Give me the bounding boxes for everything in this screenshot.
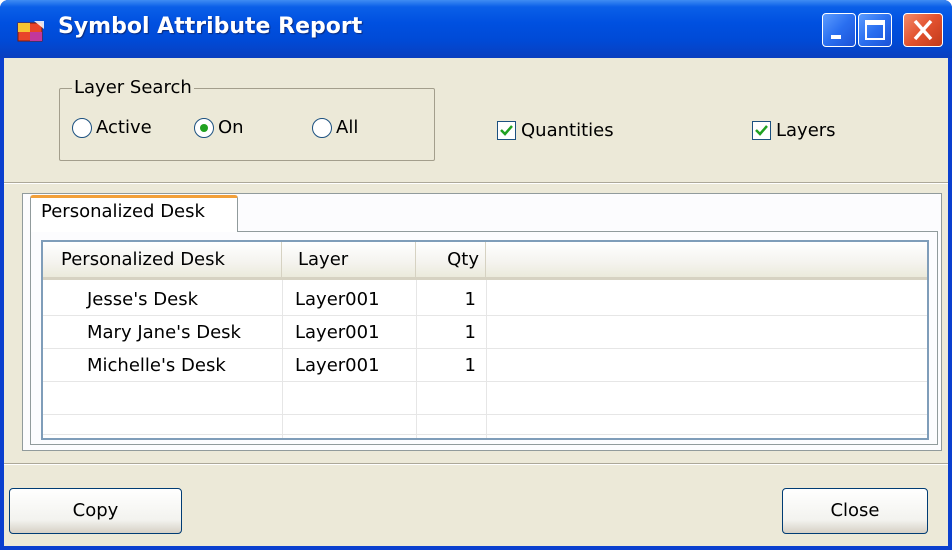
checkmark-icon (500, 125, 513, 136)
cell-layer: Layer001 (295, 355, 380, 376)
maximize-icon (865, 20, 885, 40)
column-header-personalized-desk[interactable]: Personalized Desk (43, 242, 282, 277)
symbol-attribute-report-window: Symbol Attribute Report Layer Search Act… (0, 0, 952, 550)
separator (4, 182, 948, 184)
radio-all-label: All (336, 117, 359, 138)
cell-layer: Layer001 (295, 322, 380, 343)
quantities-checkbox-box[interactable] (497, 121, 516, 140)
table-row[interactable]: Jesse's Desk Layer001 1 (43, 283, 927, 316)
column-header-qty[interactable]: Qty (416, 242, 486, 277)
cell-desk: Mary Jane's Desk (87, 322, 241, 343)
dialog-client-area: Layer Search Active On All Quantities La… (4, 58, 948, 546)
app-icon (17, 21, 44, 42)
cell-layer: Layer001 (295, 289, 380, 310)
results-list-view[interactable]: Personalized Desk Layer Qty Jesse's Desk… (41, 240, 929, 440)
list-header: Personalized Desk Layer Qty (43, 242, 927, 280)
quantities-label: Quantities (521, 120, 614, 141)
radio-all-circle[interactable] (312, 117, 332, 138)
minimize-button[interactable] (822, 13, 856, 47)
table-row-empty (43, 415, 927, 435)
layers-checkbox[interactable]: Layers (752, 120, 836, 141)
radio-active-circle[interactable] (72, 117, 92, 138)
table-row[interactable]: Michelle's Desk Layer001 1 (43, 349, 927, 382)
layers-checkbox-box[interactable] (752, 121, 771, 140)
cell-qty: 1 (464, 289, 476, 310)
cell-qty: 1 (464, 355, 476, 376)
tab-personalized-desk[interactable]: Personalized Desk (30, 195, 238, 232)
close-window-button[interactable] (903, 13, 943, 47)
cell-desk: Michelle's Desk (87, 355, 226, 376)
table-row-empty (43, 382, 927, 415)
tab-page-personalized-desk: Personalized Desk Layer Qty Jesse's Desk… (30, 231, 938, 445)
maximize-button[interactable] (858, 13, 892, 47)
close-icon (913, 19, 933, 41)
radio-on[interactable]: On (194, 117, 244, 138)
layer-search-title: Layer Search (72, 77, 194, 99)
quantities-checkbox[interactable]: Quantities (497, 120, 614, 141)
close-button[interactable]: Close (782, 488, 928, 534)
radio-all[interactable]: All (312, 117, 358, 138)
window-title: Symbol Attribute Report (58, 14, 363, 39)
minimize-icon (831, 35, 841, 39)
radio-on-circle[interactable] (194, 117, 214, 138)
radio-on-label: On (218, 117, 244, 138)
cell-qty: 1 (464, 322, 476, 343)
copy-button[interactable]: Copy (9, 488, 182, 534)
checkmark-icon (755, 125, 768, 136)
column-header-layer[interactable]: Layer (282, 242, 416, 277)
layer-search-group: Layer Search Active On All (59, 77, 435, 161)
layers-label: Layers (776, 120, 836, 141)
title-bar[interactable]: Symbol Attribute Report (0, 0, 952, 58)
radio-active-label: Active (96, 117, 152, 138)
radio-active[interactable]: Active (72, 117, 152, 138)
table-row[interactable]: Mary Jane's Desk Layer001 1 (43, 316, 927, 349)
cell-desk: Jesse's Desk (87, 289, 198, 310)
separator (4, 463, 948, 465)
